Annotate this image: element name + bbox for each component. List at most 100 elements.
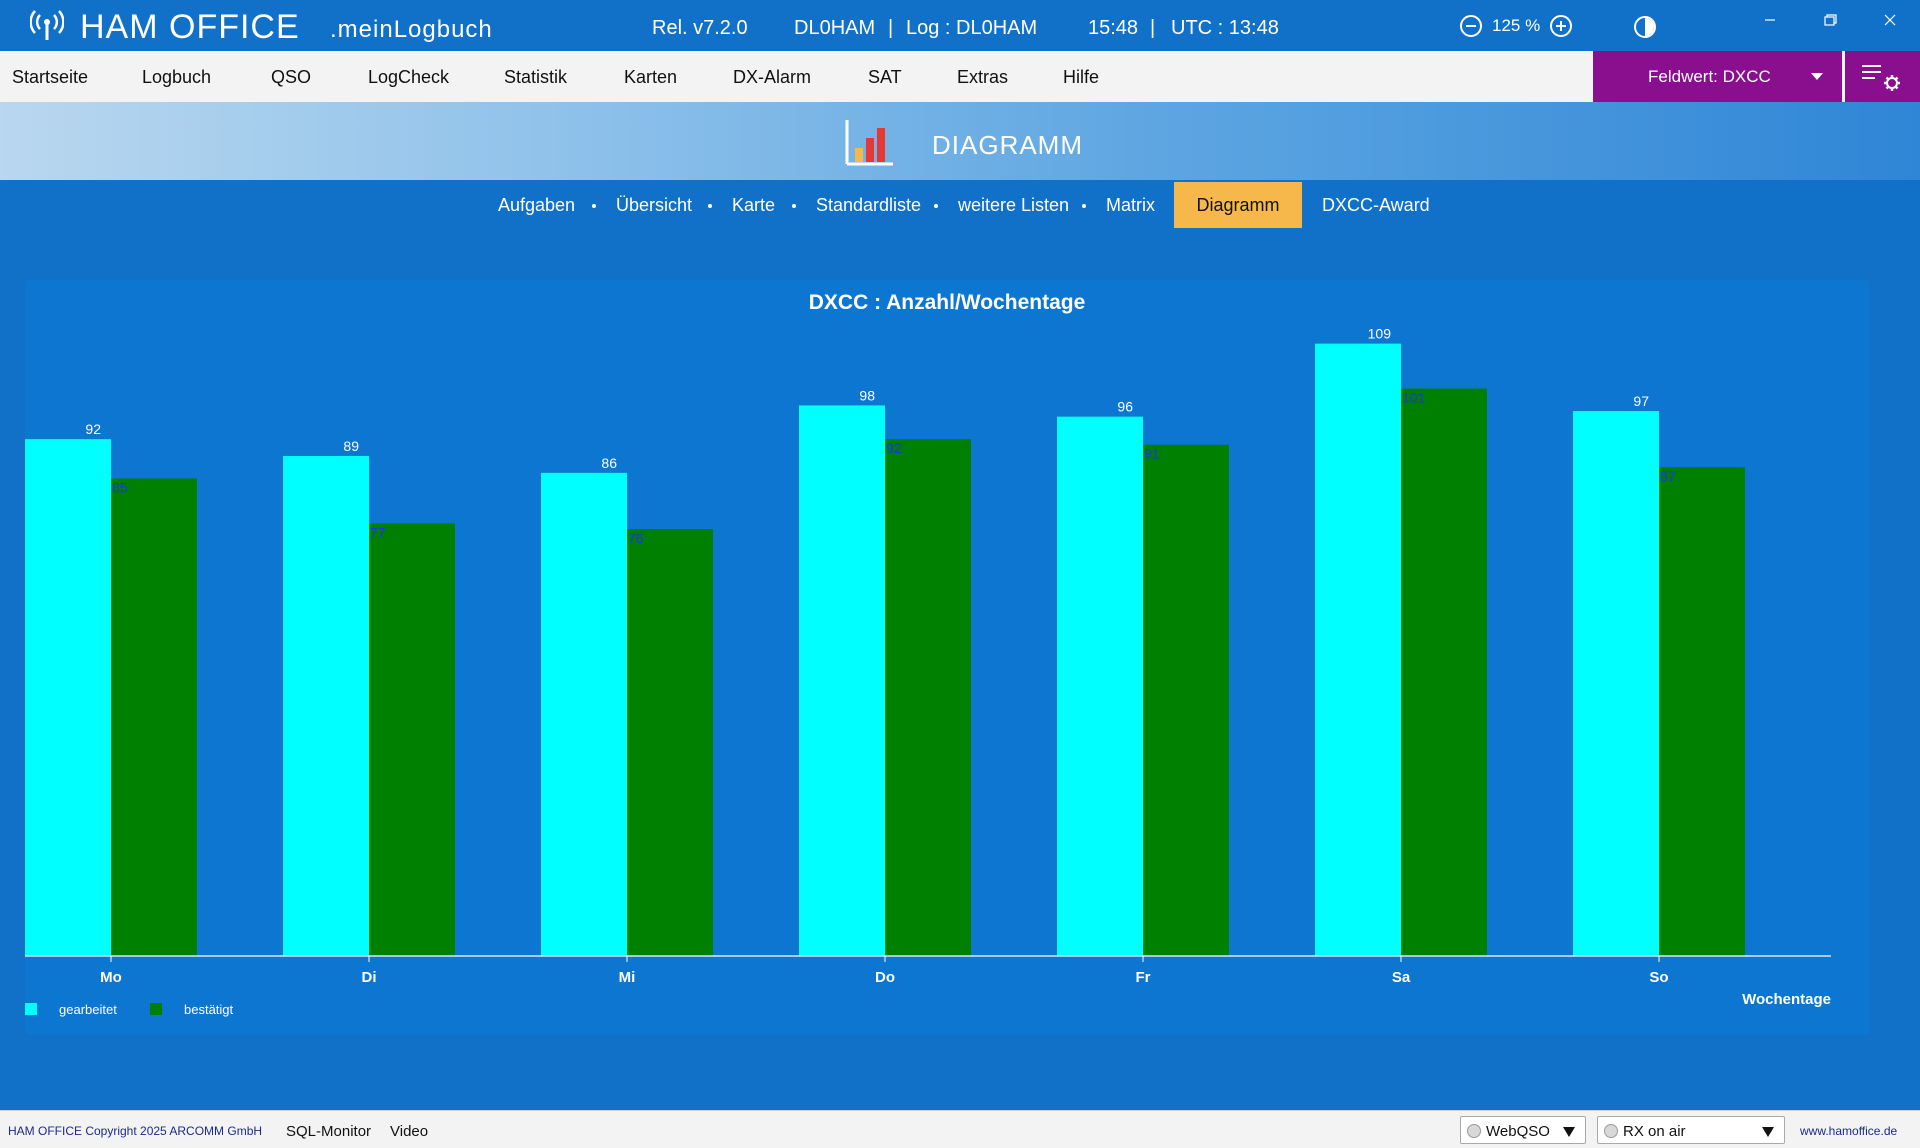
log-name: Log : DL0HAM (906, 17, 1038, 39)
bar-chart-icon (845, 120, 893, 166)
chevron-down-icon (1762, 1127, 1774, 1137)
utc-time: UTC : 13:48 (1171, 17, 1279, 39)
tab-matrix[interactable]: Matrix (1106, 195, 1155, 216)
bar-bestaetigt (1143, 444, 1229, 956)
chevron-down-icon (1811, 73, 1823, 80)
data-label: 87 (1660, 468, 1676, 484)
zoom-level: 125 % (1492, 16, 1541, 35)
separator-dot (934, 204, 938, 208)
data-label: 98 (859, 387, 875, 403)
legend-label-gearbeitet: gearbeitet (59, 1002, 117, 1017)
x-tick-label: Mi (619, 969, 636, 986)
data-label: 76 (628, 530, 644, 546)
rx-dropdown[interactable]: RX on air (1597, 1116, 1785, 1144)
zoom-in-icon[interactable] (1550, 15, 1573, 37)
x-tick-label: Do (875, 969, 895, 986)
webqso-dropdown[interactable]: WebQSO (1460, 1116, 1586, 1144)
bar-bestaetigt (627, 529, 713, 956)
x-tick-label: Sa (1392, 969, 1411, 986)
data-label: 97 (1633, 393, 1649, 409)
bar-bestaetigt (369, 523, 455, 956)
release-version: Rel. v7.2.0 (652, 17, 748, 39)
menu-sat[interactable]: SAT (868, 67, 902, 88)
x-tick-label: Fr (1136, 969, 1151, 986)
menu-qso[interactable]: QSO (271, 67, 311, 88)
rx-label: RX on air (1623, 1123, 1686, 1140)
menu-dx-alarm[interactable]: DX-Alarm (733, 67, 811, 88)
data-label: 92 (85, 421, 101, 437)
separator-dot (592, 204, 596, 208)
close-icon[interactable] (1876, 8, 1904, 32)
bar-gearbeitet (1057, 416, 1143, 956)
local-time: 15:48 (1088, 17, 1139, 39)
restore-icon[interactable] (1816, 8, 1844, 32)
legend-swatch-gearbeitet (25, 1003, 37, 1015)
separator-dot (708, 204, 712, 208)
menu-karten[interactable]: Karten (624, 67, 677, 88)
zoom-out-icon[interactable] (1460, 15, 1482, 37)
tab-diagramm-label: Diagramm (1196, 195, 1280, 215)
bar-gearbeitet (1315, 343, 1401, 957)
data-label: 77 (370, 524, 386, 540)
data-label: 91 (1144, 446, 1160, 462)
title-separator: | (888, 17, 894, 39)
settings-menu-button[interactable] (1845, 51, 1920, 102)
bar-gearbeitet (25, 439, 111, 956)
page-title: DIAGRAMM (932, 130, 1083, 160)
bar-bestaetigt (1401, 388, 1487, 957)
data-label: 96 (1117, 399, 1133, 415)
video-link[interactable]: Video (390, 1123, 428, 1140)
app-subtitle: .meinLogbuch (330, 16, 493, 43)
tab-dxcc-award[interactable]: DXCC-Award (1322, 195, 1430, 216)
bar-gearbeitet (799, 405, 885, 956)
tab-karte[interactable]: Karte (732, 195, 775, 216)
chart-title: DXCC : Anzahl/Wochentage (809, 291, 1086, 314)
menu-statistik[interactable]: Statistik (504, 67, 567, 88)
tab-weitere-listen[interactable]: weitere Listen (958, 195, 1069, 216)
tab-diagramm[interactable]: Diagramm (1174, 182, 1302, 228)
antenna-icon (30, 10, 64, 40)
bar-gearbeitet (283, 455, 369, 956)
status-indicator-icon (1604, 1124, 1618, 1138)
separator-dot (792, 204, 796, 208)
bar-gearbeitet (1573, 411, 1659, 956)
bar-chart: DXCC : Anzahl/Wochentage 92 85 Mo 89 77 Di 86 76… (25, 291, 1831, 1017)
menu-logbuch[interactable]: Logbuch (142, 67, 211, 88)
copyright-text: HAM OFFICE Copyright 2025 ARCOMM GmbH (8, 1124, 263, 1138)
bar-bestaetigt (885, 439, 971, 956)
menu-startseite[interactable]: Startseite (12, 67, 88, 88)
website-link[interactable]: www.hamoffice.de (1800, 1124, 1897, 1138)
page-header: DIAGRAMM (0, 102, 1920, 180)
separator-dot (1082, 204, 1086, 208)
minimize-icon[interactable] (1756, 8, 1784, 32)
x-tick-label: So (1649, 969, 1668, 986)
tab-standardliste[interactable]: Standardliste (816, 195, 921, 216)
data-label: 86 (601, 455, 617, 471)
x-tick-label: Mo (100, 969, 122, 986)
menu-extras[interactable]: Extras (957, 67, 1008, 88)
menu-settings-icon (1862, 65, 1900, 91)
data-label: 89 (343, 438, 359, 454)
contrast-icon[interactable] (1634, 16, 1656, 38)
app-name: HAM OFFICE (80, 8, 300, 46)
legend-label-bestaetigt: bestätigt (184, 1002, 234, 1017)
data-label: 92 (886, 440, 902, 456)
status-bar: HAM OFFICE Copyright 2025 ARCOMM GmbH SQ… (0, 1110, 1920, 1148)
data-label: 101 (1402, 390, 1426, 406)
status-indicator-icon (1467, 1124, 1481, 1138)
webqso-label: WebQSO (1486, 1123, 1550, 1140)
tab-aufgaben[interactable]: Aufgaben (498, 195, 575, 216)
feldwert-dropdown[interactable]: Feldwert: DXCC (1593, 51, 1842, 102)
menu-hilfe[interactable]: Hilfe (1063, 67, 1099, 88)
chevron-down-icon (1563, 1127, 1575, 1137)
bar-gearbeitet (541, 472, 627, 956)
zoom-control: 125 % (1460, 15, 1573, 37)
sql-monitor-link[interactable]: SQL-Monitor (286, 1123, 371, 1140)
station-callsign: DL0HAM (794, 17, 876, 39)
data-label: 109 (1368, 326, 1392, 342)
bar-bestaetigt (1659, 467, 1745, 956)
bar-bestaetigt (111, 478, 197, 956)
x-tick-label: Di (362, 969, 377, 986)
menu-logcheck[interactable]: LogCheck (368, 67, 449, 88)
tab-uebersicht[interactable]: Übersicht (616, 195, 692, 216)
